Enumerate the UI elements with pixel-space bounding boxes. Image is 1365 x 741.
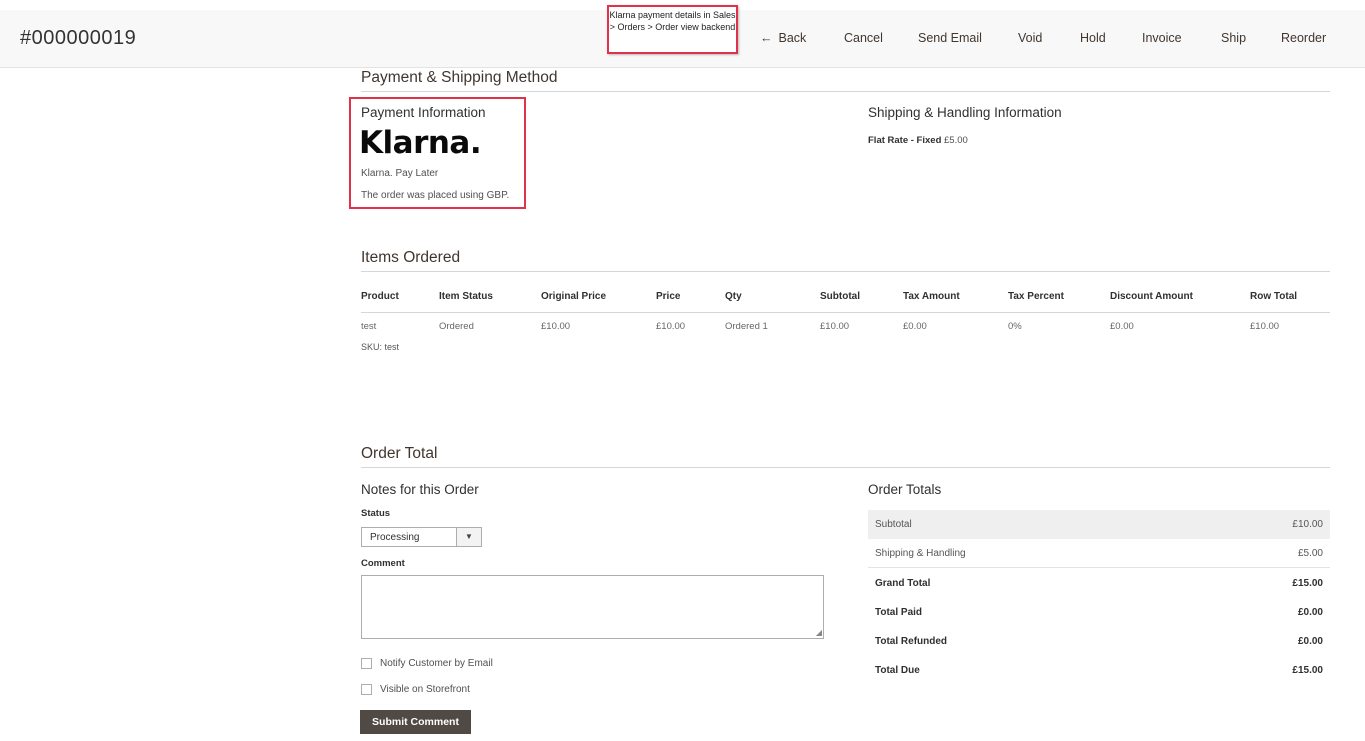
back-button-label: Back (778, 31, 807, 45)
totals-value: £15.00 (1292, 665, 1323, 676)
annotation-callout: Klarna payment details in Sales > Orders… (607, 5, 738, 54)
column-header-subtotal: Subtotal (820, 291, 860, 302)
visible-storefront-label: Visible on Storefront (380, 684, 470, 696)
send-email-button[interactable]: Send Email (918, 31, 982, 45)
invoice-button[interactable]: Invoice (1142, 31, 1182, 45)
totals-label: Total Due (875, 665, 920, 676)
shipping-method: Flat Rate - Fixed £5.00 (868, 135, 968, 146)
cell-discount-amount: £0.00 (1110, 321, 1134, 332)
order-total-section-title: Order Total (361, 445, 438, 462)
shipping-method-label: Flat Rate - Fixed (868, 135, 942, 146)
cell-row-total: £10.00 (1250, 321, 1280, 332)
notes-title: Notes for this Order (361, 482, 479, 497)
reorder-button[interactable]: Reorder (1281, 31, 1326, 45)
notify-customer-label: Notify Customer by Email (380, 658, 493, 670)
cell-product: test (361, 321, 377, 332)
comment-label: Comment (361, 558, 405, 569)
shipping-info-title: Shipping & Handling Information (868, 105, 1062, 120)
cell-tax-amount: £0.00 (903, 321, 927, 332)
table-header-divider (361, 312, 1330, 313)
chevron-down-icon: ▼ (456, 528, 481, 546)
column-header-price: Price (656, 291, 681, 302)
totals-label: Total Paid (875, 607, 923, 618)
shipping-method-price: £5.00 (944, 135, 968, 146)
items-ordered-section-title: Items Ordered (361, 249, 461, 266)
cell-subtotal: £10.00 (820, 321, 850, 332)
cell-sku: SKU: test (361, 342, 400, 352)
payment-info-title: Payment Information (361, 105, 486, 120)
payment-method-name: Klarna. Pay Later (361, 168, 439, 179)
column-header-tax-amount: Tax Amount (903, 291, 960, 302)
status-select-value: Processing (370, 532, 420, 543)
payment-shipping-section-title: Payment & Shipping Method (361, 69, 558, 86)
column-header-tax-percent: Tax Percent (1008, 291, 1064, 302)
column-header-original-price: Original Price (541, 291, 607, 302)
totals-value: £5.00 (1297, 548, 1323, 559)
totals-row-total-due: Total Due £15.00 (868, 656, 1330, 685)
comment-textarea[interactable]: ◢ (361, 575, 824, 639)
totals-value: £15.00 (1292, 578, 1323, 589)
totals-label: Grand Total (875, 578, 931, 589)
section-divider (361, 91, 1330, 92)
column-header-product: Product (361, 291, 399, 302)
arrow-left-icon: ← (760, 31, 773, 45)
payment-currency-note: The order was placed using GBP. (361, 190, 510, 201)
totals-label: Total Refunded (875, 636, 948, 647)
cell-qty: Ordered 1 (725, 321, 768, 332)
void-button[interactable]: Void (1018, 31, 1042, 45)
visible-storefront-checkbox[interactable] (361, 684, 372, 695)
back-button[interactable]: ← Back (760, 31, 806, 45)
section-divider (361, 271, 1330, 272)
totals-value: £0.00 (1297, 607, 1323, 618)
hold-button[interactable]: Hold (1080, 31, 1106, 45)
notify-customer-checkbox[interactable] (361, 658, 372, 669)
totals-row-subtotal: Subtotal £10.00 (868, 510, 1330, 539)
totals-label: Subtotal (875, 519, 912, 530)
totals-row-total-paid: Total Paid £0.00 (868, 598, 1330, 627)
submit-comment-button[interactable]: Submit Comment (360, 710, 471, 734)
status-select[interactable]: Processing ▼ (361, 527, 482, 547)
column-header-item-status: Item Status (439, 291, 493, 302)
totals-row-grand-total: Grand Total £15.00 (868, 569, 1330, 598)
totals-label: Shipping & Handling (875, 548, 966, 559)
totals-value: £0.00 (1297, 636, 1323, 647)
visible-storefront-row[interactable]: Visible on Storefront (361, 684, 470, 695)
totals-row-total-refunded: Total Refunded £0.00 (868, 627, 1330, 656)
status-label: Status (361, 508, 391, 519)
column-header-row-total: Row Total (1250, 291, 1298, 302)
totals-row-shipping: Shipping & Handling £5.00 (868, 539, 1330, 568)
section-divider (361, 467, 1330, 468)
order-totals-title: Order Totals (868, 482, 942, 497)
column-header-qty: Qty (725, 291, 742, 302)
cell-tax-percent: 0% (1008, 321, 1022, 332)
resize-handle-icon[interactable]: ◢ (816, 629, 822, 637)
notify-customer-row[interactable]: Notify Customer by Email (361, 658, 493, 669)
cell-item-status: Ordered (439, 321, 474, 332)
cell-original-price: £10.00 (541, 321, 571, 332)
klarna-logo: Klarna. (359, 125, 482, 161)
totals-value: £10.00 (1292, 519, 1323, 530)
cell-price: £10.00 (656, 321, 686, 332)
cancel-button[interactable]: Cancel (844, 31, 883, 45)
column-header-discount-amount: Discount Amount (1110, 291, 1193, 302)
ship-button[interactable]: Ship (1221, 31, 1246, 45)
